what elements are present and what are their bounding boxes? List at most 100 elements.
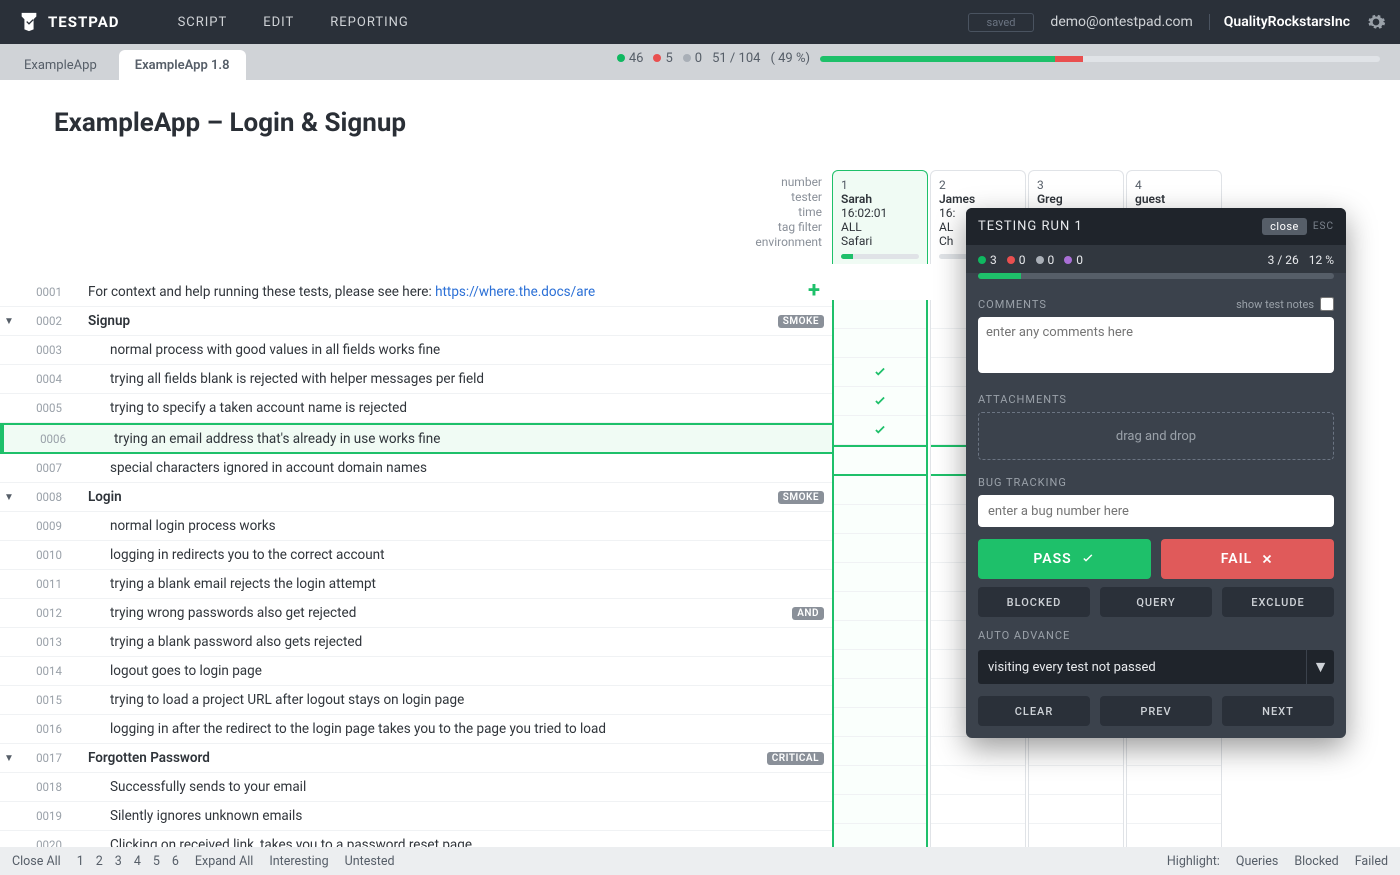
user-email[interactable]: demo@ontestpad.com [1050, 14, 1192, 30]
result-cell[interactable] [1127, 795, 1221, 824]
result-cell[interactable] [834, 592, 926, 621]
result-cell[interactable] [834, 534, 926, 563]
result-cell[interactable] [931, 766, 1025, 795]
doc-link[interactable]: https://where.the.docs/are [435, 284, 595, 300]
result-cell[interactable] [1127, 824, 1221, 847]
query-button[interactable]: QUERY [1100, 587, 1212, 617]
expand-all[interactable]: Expand All [195, 854, 253, 869]
show-test-notes-checkbox[interactable] [1320, 297, 1334, 311]
result-cell[interactable] [834, 737, 926, 766]
org-name[interactable]: QualityRockstarsInc [1209, 14, 1350, 30]
result-cell[interactable] [1029, 766, 1123, 795]
test-row[interactable]: 0010 logging in redirects you to the cor… [0, 541, 832, 570]
result-cell[interactable] [1029, 824, 1123, 847]
tab-project[interactable]: ExampleApp [8, 50, 113, 80]
tab-version[interactable]: ExampleApp 1.8 [119, 50, 246, 80]
result-cell[interactable] [1127, 766, 1221, 795]
result-cell[interactable] [1029, 737, 1123, 766]
test-row[interactable]: 0003 normal process with good values in … [0, 336, 832, 365]
test-row[interactable]: 0012 trying wrong passwords also get rej… [0, 599, 832, 628]
comments-label: COMMENTS [978, 298, 1047, 311]
bug-number-input[interactable] [978, 495, 1334, 527]
level-6[interactable]: 6 [172, 854, 179, 869]
filter-untested[interactable]: Untested [345, 854, 395, 869]
collapse-icon[interactable]: ▼ [0, 492, 18, 503]
test-row[interactable]: 0001 For context and help running these … [0, 278, 832, 307]
result-cell[interactable] [834, 329, 926, 358]
level-1[interactable]: 1 [77, 854, 84, 869]
level-3[interactable]: 3 [115, 854, 122, 869]
nav-reporting[interactable]: REPORTING [330, 15, 408, 30]
result-cell[interactable] [834, 300, 926, 329]
test-row[interactable]: 0004 trying all fields blank is rejected… [0, 365, 832, 394]
highlight-blocked[interactable]: Blocked [1294, 854, 1338, 869]
panel-fail: 0 [1019, 253, 1026, 267]
collapse-icon[interactable]: ▼ [0, 753, 18, 764]
result-cell[interactable] [1029, 795, 1123, 824]
row-number: 0008 [18, 490, 80, 504]
exclude-button[interactable]: EXCLUDE [1222, 587, 1334, 617]
result-cell[interactable] [834, 445, 926, 476]
result-cell[interactable] [834, 824, 926, 847]
result-cell[interactable] [834, 358, 926, 387]
panel-close-button[interactable]: close [1262, 218, 1307, 235]
attachments-dropzone[interactable]: drag and drop [978, 412, 1334, 460]
nav-script[interactable]: SCRIPT [178, 15, 228, 30]
pass-button[interactable]: PASS [978, 539, 1151, 579]
test-row[interactable]: 0016 logging in after the redirect to th… [0, 715, 832, 744]
highlight-failed[interactable]: Failed [1355, 854, 1388, 869]
result-cell[interactable] [834, 505, 926, 534]
level-5[interactable]: 5 [153, 854, 160, 869]
result-cell[interactable] [834, 416, 926, 445]
test-row[interactable]: 0009 normal login process works [0, 512, 832, 541]
result-cell[interactable] [834, 650, 926, 679]
clear-button[interactable]: CLEAR [978, 696, 1090, 726]
result-cell[interactable] [834, 766, 926, 795]
level-4[interactable]: 4 [134, 854, 141, 869]
chevron-down-icon[interactable]: ▼ [1306, 650, 1334, 684]
result-cell[interactable] [931, 824, 1025, 847]
row-text: trying to load a project URL after logou… [80, 692, 832, 708]
test-row[interactable]: 0018 Successfully sends to your email [0, 773, 832, 802]
nav-edit[interactable]: EDIT [263, 15, 294, 30]
result-cell[interactable] [834, 563, 926, 592]
logo[interactable]: TESTPAD [0, 11, 138, 33]
auto-advance-select[interactable]: visiting every test not passed [978, 650, 1306, 684]
result-cell[interactable] [931, 737, 1025, 766]
test-row[interactable]: ▼ 0002 Signup SMOKE [0, 307, 832, 336]
filter-interesting[interactable]: Interesting [269, 854, 328, 869]
test-row[interactable]: 0019 Silently ignores unknown emails [0, 802, 832, 831]
result-cell[interactable] [834, 621, 926, 650]
row-text: Forgotten Password [80, 750, 767, 766]
close-all[interactable]: Close All [12, 854, 61, 869]
panel-purple: 0 [1076, 253, 1083, 267]
result-cell[interactable] [834, 795, 926, 824]
test-row[interactable]: 0020 Clicking on received link, takes yo… [0, 831, 832, 847]
test-row[interactable]: 0015 trying to load a project URL after … [0, 686, 832, 715]
result-cell[interactable] [834, 476, 926, 505]
test-row[interactable]: 0005 trying to specify a taken account n… [0, 394, 832, 423]
test-row[interactable]: 0013 trying a blank password also gets r… [0, 628, 832, 657]
blocked-button[interactable]: BLOCKED [978, 587, 1090, 617]
gear-icon[interactable] [1366, 12, 1386, 32]
level-2[interactable]: 2 [96, 854, 103, 869]
test-row[interactable]: 0006 trying an email address that's alre… [0, 423, 832, 454]
collapse-icon[interactable]: ▼ [0, 316, 18, 327]
result-cell[interactable] [834, 708, 926, 737]
add-run-button[interactable]: + [808, 278, 820, 303]
test-row[interactable]: 0014 logout goes to login page [0, 657, 832, 686]
test-row[interactable]: 0011 trying a blank email rejects the lo… [0, 570, 832, 599]
fail-button[interactable]: FAIL [1161, 539, 1334, 579]
test-row[interactable]: ▼ 0017 Forgotten Password CRITICAL [0, 744, 832, 773]
next-button[interactable]: NEXT [1222, 696, 1334, 726]
test-row[interactable]: 0007 special characters ignored in accou… [0, 454, 832, 483]
comments-textarea[interactable] [978, 317, 1334, 373]
test-row[interactable]: ▼ 0008 Login SMOKE [0, 483, 832, 512]
highlight-queries[interactable]: Queries [1236, 854, 1278, 869]
result-cell[interactable] [834, 387, 926, 416]
prev-button[interactable]: PREV [1100, 696, 1212, 726]
run-column-header[interactable]: 1Sarah16:02:01ALLSafari [832, 170, 928, 264]
result-cell[interactable] [1127, 737, 1221, 766]
result-cell[interactable] [931, 795, 1025, 824]
result-cell[interactable] [834, 679, 926, 708]
